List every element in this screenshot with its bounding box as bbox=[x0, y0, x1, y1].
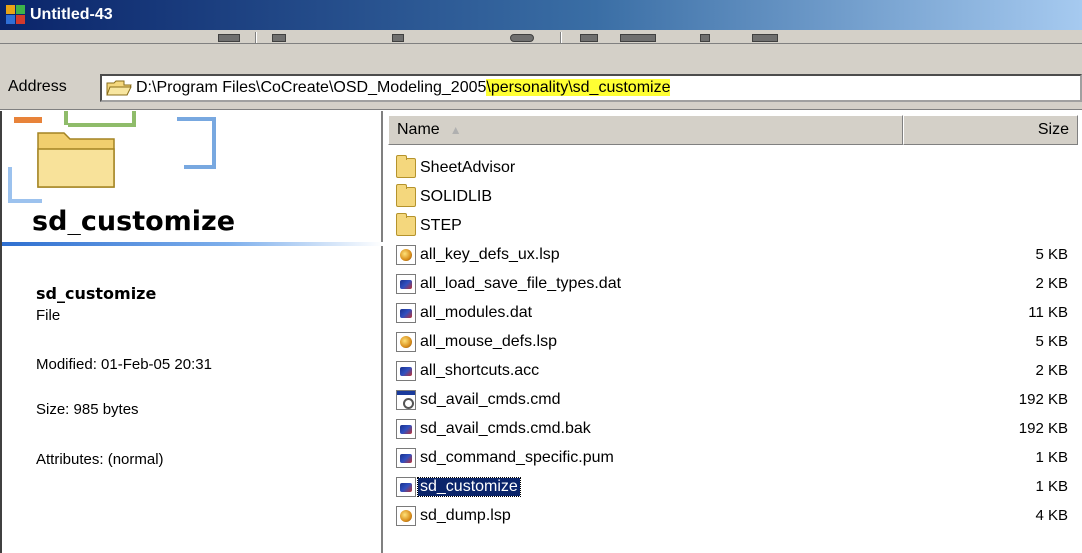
file-name: sd_avail_cmds.cmd bbox=[420, 390, 561, 408]
toolbar-button[interactable] bbox=[700, 34, 710, 42]
file-row[interactable]: sd_command_specific.pum 1 KB bbox=[388, 443, 1082, 472]
folder-row[interactable]: STEP bbox=[388, 211, 1082, 240]
data-file-icon bbox=[396, 447, 416, 468]
file-size: 5 KB bbox=[1035, 333, 1068, 350]
folder-row[interactable]: SheetAdvisor bbox=[388, 153, 1082, 182]
toolbar-separator bbox=[255, 32, 257, 43]
address-path-highlighted: \personality\sd_customize bbox=[486, 79, 671, 96]
toolbar-button[interactable] bbox=[218, 34, 240, 42]
file-row[interactable]: sd_avail_cmds.cmd.bak 192 KB bbox=[388, 414, 1082, 443]
cmd-file-icon bbox=[396, 389, 416, 410]
file-rows: SheetAdvisor SOLIDLIB STEP all_key_defs_ux.… bbox=[388, 153, 1082, 530]
file-row[interactable]: all_shortcuts.acc 2 KB bbox=[388, 356, 1082, 385]
title-bar[interactable]: Untitled-43 bbox=[0, 0, 1082, 30]
window-title: Untitled-43 bbox=[30, 6, 113, 23]
file-size: 192 KB bbox=[1018, 420, 1068, 437]
file-name: all_key_defs_ux.lsp bbox=[420, 245, 560, 263]
toolbar-button[interactable] bbox=[272, 34, 286, 42]
column-header: Name ▲ Size bbox=[388, 115, 1078, 145]
folder-icon bbox=[396, 183, 416, 207]
file-name: all_load_save_file_types.dat bbox=[420, 274, 622, 292]
item-modified: Modified: 01-Feb-05 20:31 bbox=[36, 356, 212, 373]
address-path-prefix: D:\Program Files\CoCreate\OSD_Modeling_2… bbox=[136, 79, 487, 96]
file-list[interactable]: Name ▲ Size SheetAdvisor SOLIDLIB STEP all_… bbox=[388, 111, 1082, 553]
data-file-icon bbox=[396, 273, 416, 294]
file-name: sd_avail_cmds.cmd.bak bbox=[420, 419, 591, 437]
file-row[interactable]: all_key_defs_ux.lsp 5 KB bbox=[388, 240, 1082, 269]
toolbar-button[interactable] bbox=[510, 34, 534, 42]
lisp-file-icon bbox=[396, 244, 416, 265]
file-row[interactable]: all_modules.dat 11 KB bbox=[388, 298, 1082, 327]
file-name: SOLIDLIB bbox=[420, 187, 493, 205]
folder-banner: sd_customize bbox=[2, 111, 383, 235]
file-name: SheetAdvisor bbox=[420, 158, 516, 176]
data-file-icon bbox=[396, 360, 416, 381]
file-row[interactable]: sd_avail_cmds.cmd 192 KB bbox=[388, 385, 1082, 414]
file-size: 11 KB bbox=[1028, 304, 1068, 321]
lisp-file-icon bbox=[396, 331, 416, 352]
item-type: File bbox=[36, 307, 61, 324]
file-size: 192 KB bbox=[1018, 391, 1068, 408]
file-row[interactable]: sd_customize 1 KB bbox=[388, 472, 1082, 501]
item-name: sd_customize bbox=[36, 284, 157, 303]
toolbar-button[interactable] bbox=[392, 34, 404, 42]
toolbar bbox=[0, 30, 1082, 44]
file-name: sd_command_specific.pum bbox=[420, 448, 614, 466]
file-size: 5 KB bbox=[1035, 246, 1068, 263]
file-name: sd_dump.lsp bbox=[420, 506, 511, 524]
file-row[interactable]: all_load_save_file_types.dat 2 KB bbox=[388, 269, 1082, 298]
address-field[interactable]: D:\Program Files\CoCreate\OSD_Modeling_2… bbox=[100, 74, 1082, 102]
pane-divider bbox=[2, 242, 383, 246]
name-column-label: Name bbox=[397, 121, 440, 138]
address-label: Address bbox=[8, 78, 67, 95]
file-name: sd_customize bbox=[417, 476, 521, 497]
toolbar-button[interactable] bbox=[620, 34, 656, 42]
lisp-file-icon bbox=[396, 505, 416, 526]
file-name: all_modules.dat bbox=[420, 303, 533, 321]
file-row[interactable]: sd_dump.lsp 4 KB bbox=[388, 501, 1082, 530]
toolbar-separator bbox=[560, 32, 562, 43]
sort-ascending-icon: ▲ bbox=[449, 123, 462, 137]
folder-icon bbox=[396, 154, 416, 178]
size-column-label: Size bbox=[1037, 121, 1069, 138]
data-file-icon bbox=[396, 418, 416, 439]
folder-row[interactable]: SOLIDLIB bbox=[388, 182, 1082, 211]
toolbar-button[interactable] bbox=[752, 34, 778, 42]
folder-icon bbox=[396, 212, 416, 236]
file-size: 2 KB bbox=[1035, 275, 1068, 292]
item-attributes: Attributes: (normal) bbox=[36, 451, 164, 468]
address-path: D:\Program Files\CoCreate\OSD_Modeling_2… bbox=[136, 79, 671, 97]
data-file-icon bbox=[396, 476, 416, 497]
folder-title: sd_customize bbox=[32, 206, 236, 235]
file-size: 1 KB bbox=[1035, 478, 1068, 495]
file-row[interactable]: all_mouse_defs.lsp 5 KB bbox=[388, 327, 1082, 356]
app-icon bbox=[6, 5, 26, 25]
item-size: Size: 985 bytes bbox=[36, 401, 139, 418]
file-name: STEP bbox=[420, 216, 462, 234]
address-bar: Address D:\Program Files\CoCreate\OSD_Mo… bbox=[0, 44, 1082, 110]
file-size: 2 KB bbox=[1035, 362, 1068, 379]
data-file-icon bbox=[396, 302, 416, 323]
file-name: all_mouse_defs.lsp bbox=[420, 332, 557, 350]
name-column-header[interactable]: Name ▲ bbox=[388, 115, 903, 145]
file-size: 1 KB bbox=[1035, 449, 1068, 466]
toolbar-button[interactable] bbox=[580, 34, 598, 42]
folder-icon bbox=[106, 79, 132, 97]
file-size: 4 KB bbox=[1035, 507, 1068, 524]
file-name: all_shortcuts.acc bbox=[420, 361, 540, 379]
details-pane: sd_customize sd_customize File Modified:… bbox=[0, 111, 383, 553]
size-column-header[interactable]: Size bbox=[903, 115, 1078, 145]
